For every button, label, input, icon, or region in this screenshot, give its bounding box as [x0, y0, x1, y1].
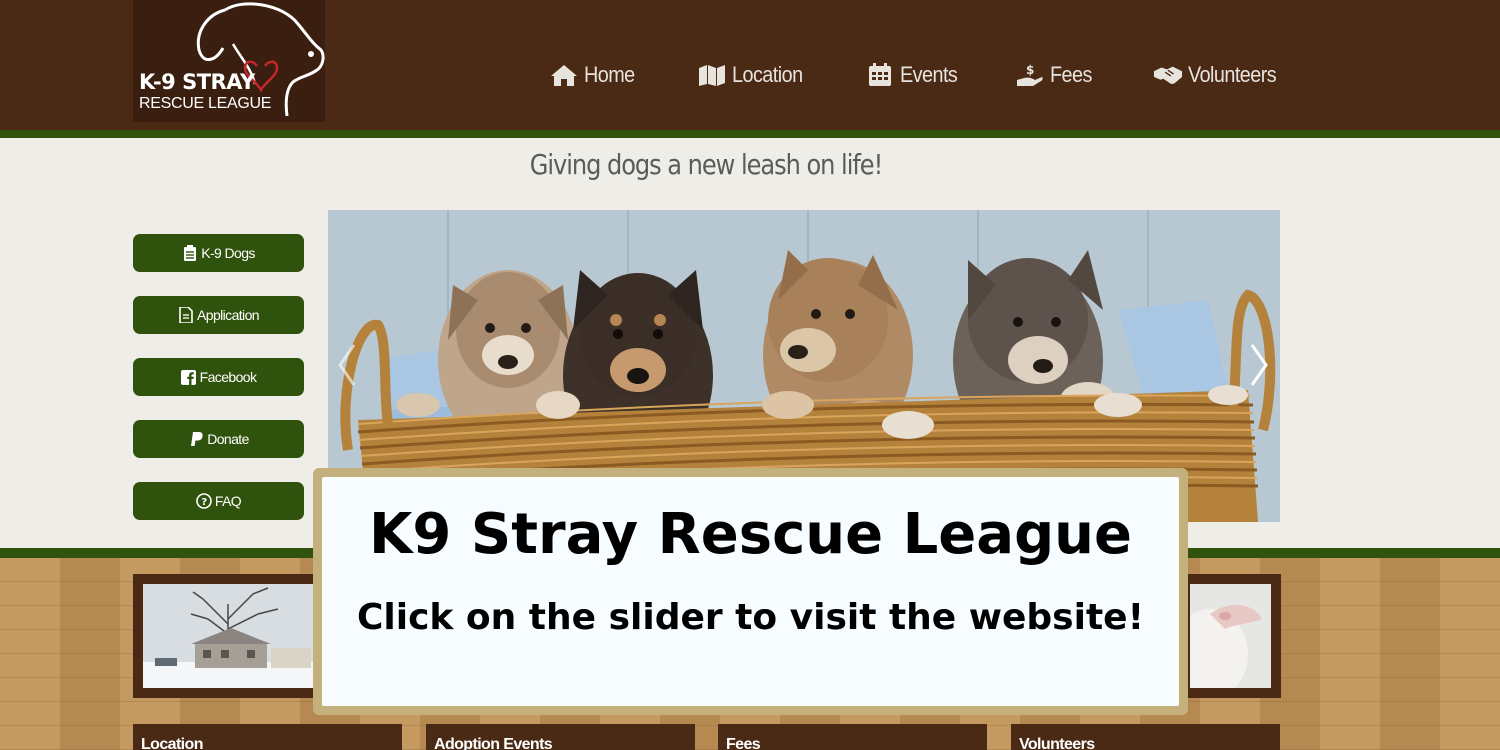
nav-events[interactable]: Events — [865, 58, 964, 92]
svg-text:$: $ — [1026, 63, 1034, 77]
facebook-label: Facebook — [199, 369, 257, 385]
tile-adoption-events[interactable]: Adoption Events — [426, 724, 695, 750]
tile-fees[interactable]: Fees — [718, 724, 987, 750]
donate-button[interactable]: Donate — [133, 420, 304, 458]
site-logo[interactable]: K-9 STRAY RESCUE LEAGUE — [133, 0, 325, 122]
nav-location[interactable]: Location — [697, 58, 810, 92]
winter-house-image — [143, 584, 313, 688]
nav-events-label: Events — [900, 62, 958, 87]
overlay-title: K9 Stray Rescue League — [369, 502, 1132, 567]
nav-fees[interactable]: $ Fees — [1015, 58, 1097, 92]
tile-location[interactable]: Location — [133, 724, 402, 750]
caption-overlay[interactable]: K9 Stray Rescue League Click on the slid… — [313, 468, 1188, 715]
nav-location-label: Location — [732, 62, 803, 87]
map-icon — [697, 62, 727, 88]
slider-next-chevron-icon[interactable] — [1246, 340, 1272, 390]
hand-dollar-icon: $ — [1015, 62, 1045, 88]
slider-prev-chevron-icon[interactable] — [334, 340, 360, 390]
application-label: Application — [197, 307, 259, 323]
tagline: Giving dogs a new leash on life! — [529, 148, 884, 181]
nav-home[interactable]: Home — [549, 58, 640, 92]
white-dog-image — [1190, 584, 1271, 688]
caption-panel: K9 Stray Rescue League Click on the slid… — [322, 477, 1179, 706]
nav-home-label: Home — [584, 62, 635, 87]
site-header: K-9 STRAY RESCUE LEAGUE Home Location Ev… — [0, 0, 1500, 130]
nav-fees-label: Fees — [1050, 62, 1092, 87]
facebook-icon — [181, 369, 197, 385]
application-button[interactable]: Application — [133, 296, 304, 334]
faq-label: FAQ — [214, 493, 242, 509]
logo-title: K-9 STRAY — [139, 70, 255, 94]
logo-subtitle: RESCUE LEAGUE — [139, 95, 272, 112]
header-divider — [0, 130, 1500, 138]
home-icon — [549, 62, 579, 88]
calendar-icon — [865, 62, 895, 88]
facebook-button[interactable]: Facebook — [133, 358, 304, 396]
tile-volunteers[interactable]: Volunteers — [1011, 724, 1280, 750]
k9-dogs-button[interactable]: K-9 Dogs — [133, 234, 304, 272]
donate-label: Donate — [207, 431, 249, 447]
location-photo-frame[interactable] — [133, 574, 323, 698]
handshake-icon — [1153, 62, 1183, 88]
k9-dogs-label: K-9 Dogs — [201, 245, 255, 261]
faq-button[interactable]: ? FAQ — [133, 482, 304, 520]
overlay-subtitle: Click on the slider to visit the website… — [356, 597, 1144, 638]
svg-text:?: ? — [201, 497, 207, 508]
clipboard-icon — [182, 245, 198, 261]
nav-volunteers[interactable]: Volunteers — [1153, 58, 1286, 92]
paypal-icon — [188, 431, 204, 447]
volunteers-photo-frame[interactable] — [1180, 574, 1281, 698]
document-icon — [178, 307, 194, 323]
question-circle-icon: ? — [196, 493, 212, 509]
nav-volunteers-label: Volunteers — [1188, 62, 1277, 87]
